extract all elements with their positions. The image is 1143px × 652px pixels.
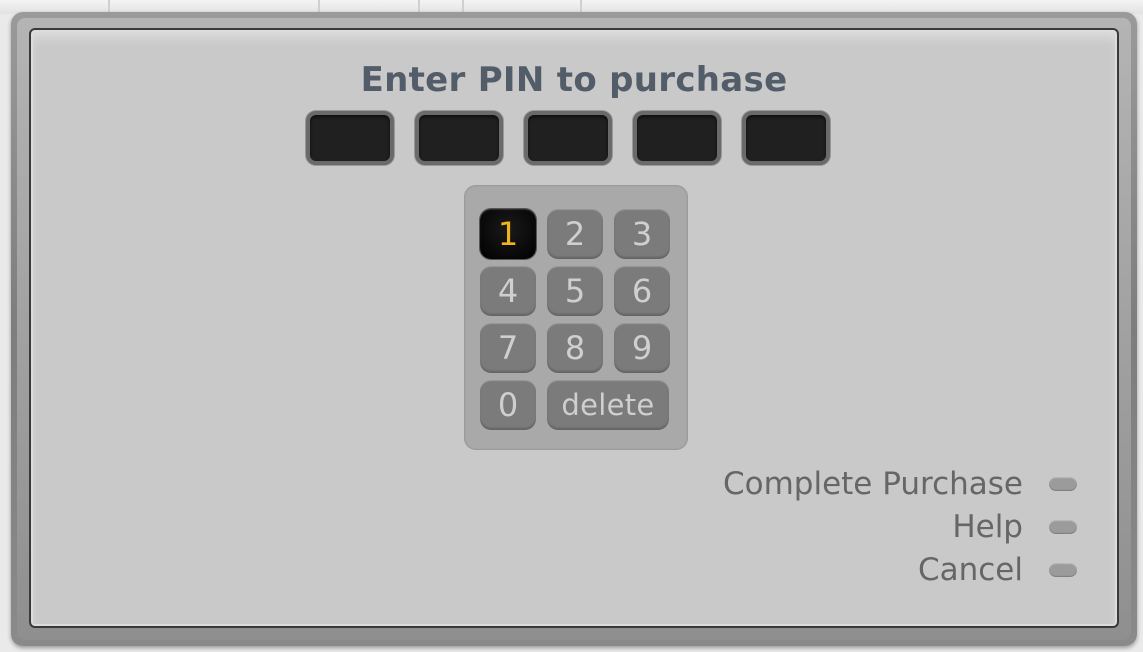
menu-item-label: Help [952,508,1023,545]
keypad-delete-button[interactable]: delete [547,380,669,430]
keypad-key-4[interactable]: 4 [480,266,536,316]
cancel-button[interactable]: Cancel [657,548,1077,591]
pin-digit-5 [742,111,830,165]
keypad-key-1[interactable]: 1 [480,209,536,259]
keypad-key-8[interactable]: 8 [547,323,603,373]
pin-dialog: Enter PIN to purchase 1 2 3 4 5 6 7 8 9 … [29,28,1119,628]
menu-indicator-icon [1049,519,1077,534]
menu-indicator-icon [1049,476,1077,491]
pin-digit-4 [633,111,721,165]
pin-digit-1 [306,111,394,165]
menu-indicator-icon [1049,562,1077,577]
pin-digit-3 [524,111,612,165]
number-keypad: 1 2 3 4 5 6 7 8 9 0 delete [464,185,688,450]
keypad-key-5[interactable]: 5 [547,266,603,316]
action-menu: Complete Purchase Help Cancel [657,462,1077,591]
menu-item-label: Complete Purchase [722,465,1023,502]
pin-entry-row [306,111,850,167]
dialog-title: Enter PIN to purchase [360,60,788,100]
keypad-key-7[interactable]: 7 [480,323,536,373]
complete-purchase-button[interactable]: Complete Purchase [657,462,1077,505]
help-button[interactable]: Help [657,505,1077,548]
keypad-key-6[interactable]: 6 [614,266,670,316]
menu-item-label: Cancel [917,551,1023,588]
keypad-key-0[interactable]: 0 [480,380,536,430]
dialog-frame: Enter PIN to purchase 1 2 3 4 5 6 7 8 9 … [11,12,1137,646]
keypad-key-3[interactable]: 3 [614,209,670,259]
keypad-key-2[interactable]: 2 [547,209,603,259]
pin-digit-2 [415,111,503,165]
keypad-key-9[interactable]: 9 [614,323,670,373]
